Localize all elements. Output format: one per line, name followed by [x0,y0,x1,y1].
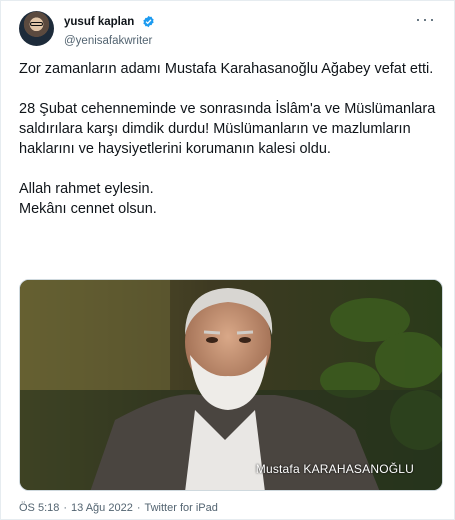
tweet-source[interactable]: Twitter for iPad [145,502,218,514]
tweet-text: Zor zamanların adamı Mustafa Karahasanoğ… [19,61,436,217]
tweet-meta: ÖS 5:18 · 13 Ağu 2022 · Twitter for iPad [19,502,218,514]
author-names: yusuf kaplan @yenisafakwriter [64,13,155,47]
tweet-media[interactable]: Mustafa KARAHASANOĞLU [19,279,443,491]
meta-separator: · [136,502,141,514]
author-display-name[interactable]: yusuf kaplan [64,16,134,28]
tweet-time[interactable]: ÖS 5:18 [19,502,59,514]
author-handle[interactable]: @yenisafakwriter [64,35,155,47]
avatar[interactable] [19,11,54,46]
tweet-date[interactable]: 13 Ağu 2022 [71,502,133,514]
tweet-card: yusuf kaplan @yenisafakwriter ··· Zor za… [0,0,455,520]
media-caption: Mustafa KARAHASANOĞLU [255,462,414,476]
tweet-header: yusuf kaplan @yenisafakwriter ··· [19,10,440,51]
avatar-glasses [30,22,43,26]
verified-badge-icon [142,15,155,28]
meta-separator: · [63,502,68,514]
more-options-icon[interactable]: ··· [415,10,436,28]
media-image [20,280,442,490]
